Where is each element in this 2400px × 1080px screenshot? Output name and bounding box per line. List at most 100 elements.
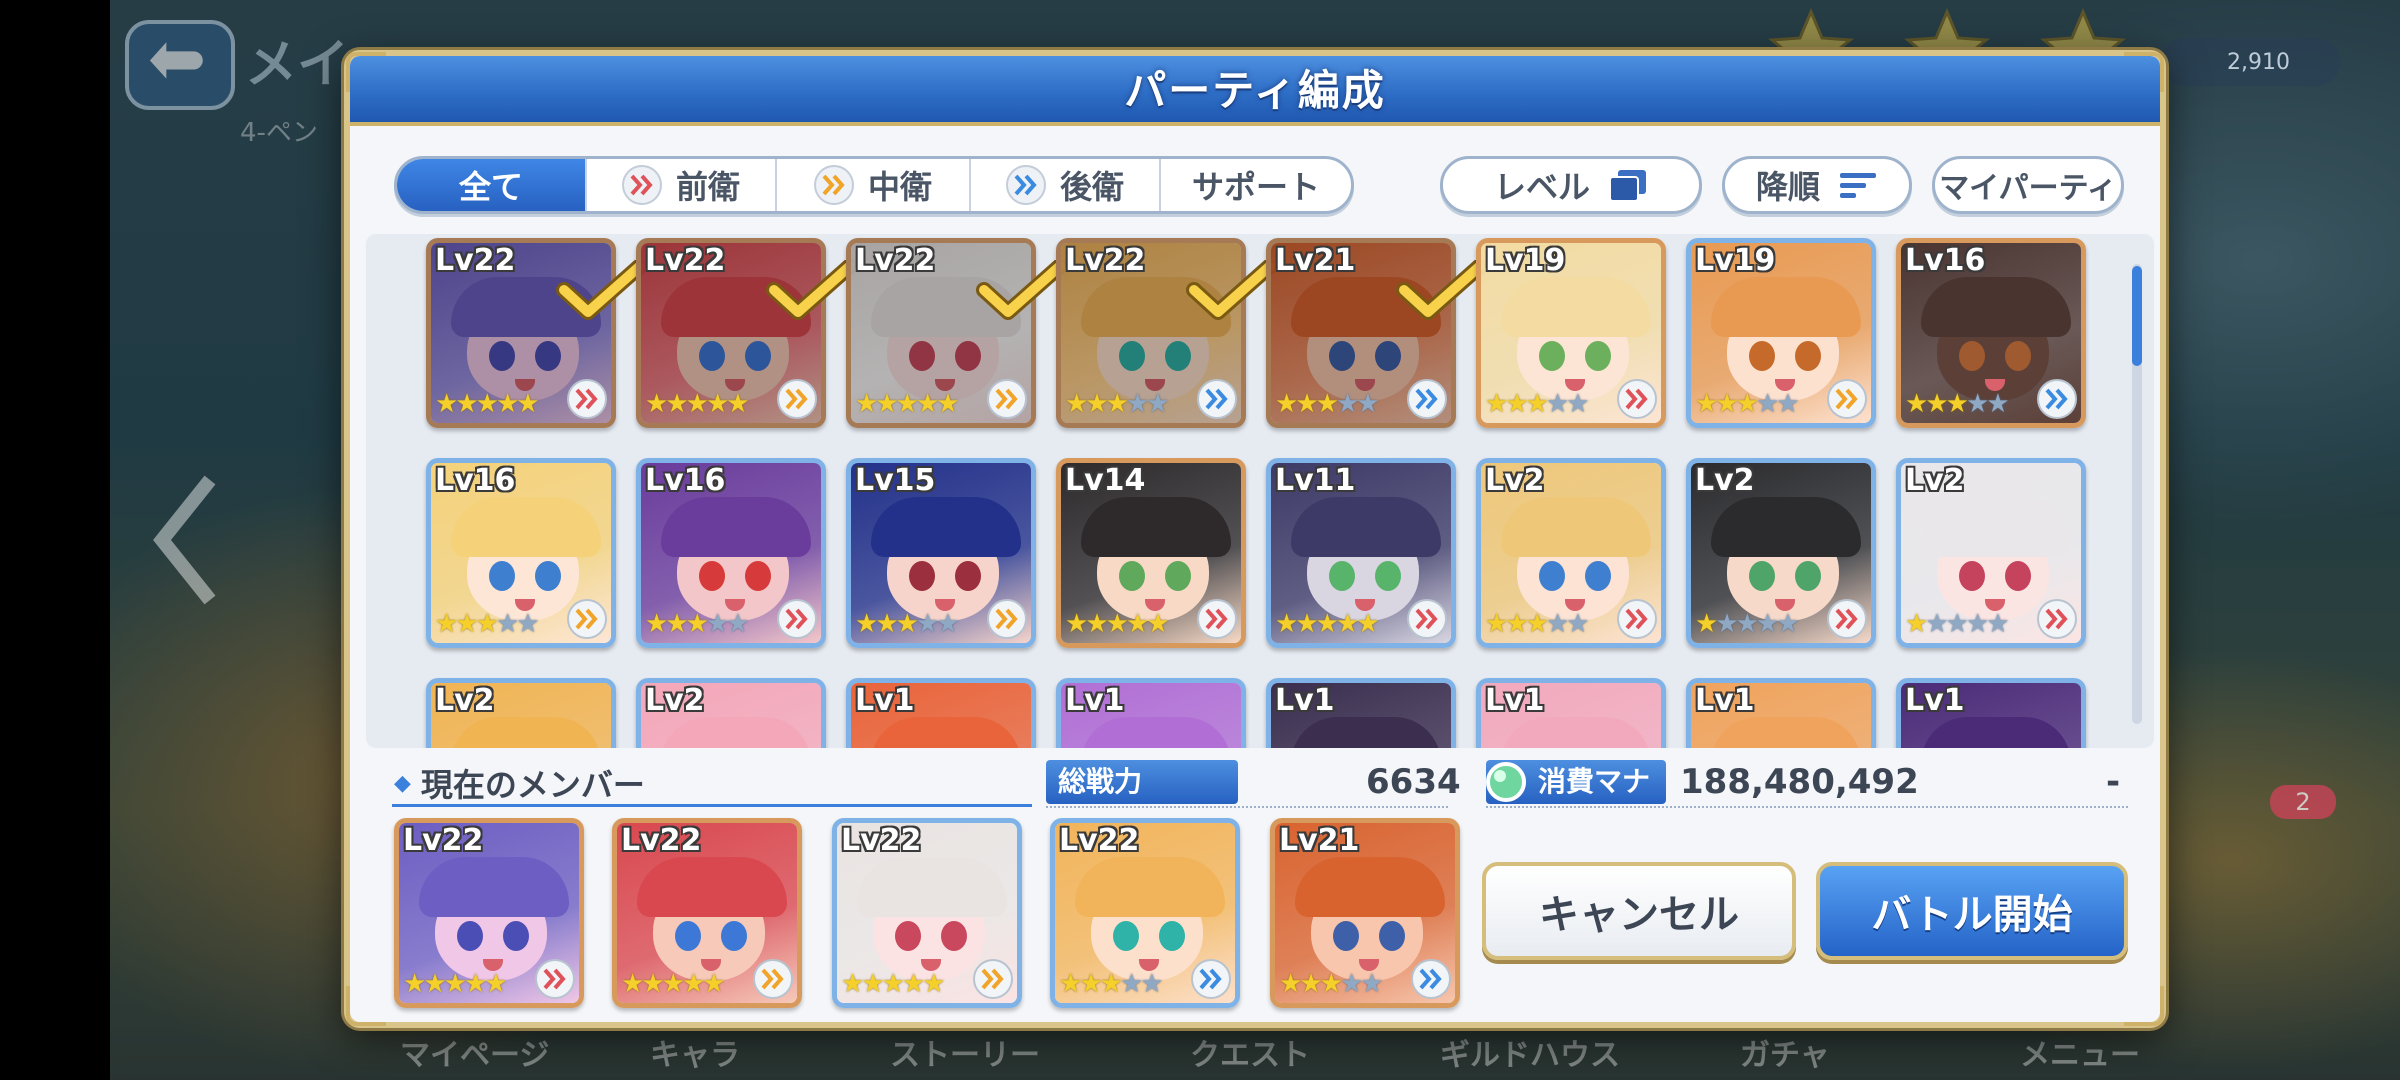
frame-corner — [2124, 986, 2164, 1026]
character-card[interactable]: Lv1 — [1896, 678, 2086, 748]
start-battle-button[interactable]: バトル開始 — [1816, 862, 2128, 960]
sort-key-button[interactable]: レベル — [1440, 156, 1702, 214]
character-card[interactable]: Lv1 — [1686, 678, 1876, 748]
front-position-icon — [621, 165, 662, 205]
diamond-bullet-icon: ◆ — [394, 770, 411, 796]
star-rating: ★★★★★ — [1279, 969, 1384, 999]
character-level: Lv1 — [1485, 683, 1545, 718]
character-card[interactable]: Lv2 — [426, 678, 616, 748]
cancel-button[interactable]: キャンセル — [1482, 862, 1796, 960]
character-card[interactable]: Lv16 ★★★★★ — [426, 458, 616, 648]
character-level: Lv2 — [1905, 463, 1965, 498]
tab-front[interactable]: 前衛 — [587, 159, 777, 211]
character-level: Lv16 — [435, 463, 516, 498]
character-card[interactable]: Lv11 ★★★★★ — [1266, 458, 1456, 648]
tab-rear[interactable]: 後衛 — [971, 159, 1161, 211]
star-rating: ★★★★★ — [1485, 389, 1590, 419]
front-position-icon — [1407, 599, 1447, 639]
tab-all[interactable]: 全て — [397, 159, 587, 211]
character-card[interactable]: Lv16 ★★★★★ — [1896, 238, 2086, 428]
character-level: Lv21 — [1275, 243, 1356, 278]
middle-position-icon — [1827, 379, 1867, 419]
character-card[interactable]: Lv1 — [1266, 678, 1456, 748]
middle-position-icon — [973, 959, 1013, 999]
character-level: Lv22 — [435, 243, 516, 278]
left-letterbox — [0, 0, 110, 1080]
character-level: Lv1 — [855, 683, 915, 718]
middle-position-icon — [567, 599, 607, 639]
front-position-icon — [1197, 599, 1237, 639]
character-level: Lv2 — [645, 683, 705, 718]
character-card[interactable]: Lv21 ★★★★★ — [1270, 818, 1460, 1008]
star-rating: ★★★★★ — [1065, 609, 1170, 639]
bg-nav-story: ストーリー — [890, 1038, 1040, 1073]
rear-position-icon — [1407, 379, 1447, 419]
character-card[interactable]: Lv22 ★★★★★ — [1050, 818, 1240, 1008]
current-members-heading: ◆ 現在のメンバー — [394, 760, 645, 806]
bg-stage-label: 4-ペン — [240, 118, 318, 148]
party-formation-dialog: パーティ編成 全て 前衛 中衛 後衛 サポート レベル 降順 マイパーティ Lv… — [344, 50, 2166, 1028]
selected-check-icon — [976, 260, 1066, 320]
tab-support[interactable]: サポート — [1161, 159, 1351, 211]
character-card[interactable]: Lv14 ★★★★★ — [1056, 458, 1246, 648]
tab-label: 中衛 — [867, 168, 932, 206]
character-level: Lv15 — [855, 463, 936, 498]
front-position-icon — [535, 959, 575, 999]
dialog-title: パーティ編成 — [1124, 66, 1386, 115]
character-card[interactable]: Lv1 — [1056, 678, 1246, 748]
my-party-button[interactable]: マイパーティ — [1932, 156, 2124, 214]
my-party-label: マイパーティ — [1939, 171, 2117, 206]
front-position-icon — [1617, 599, 1657, 639]
character-card[interactable]: Lv1 — [846, 678, 1036, 748]
divider — [1046, 806, 1448, 808]
total-power-value: 6634 — [1366, 762, 1461, 802]
dialog-header: パーティ編成 — [350, 56, 2160, 126]
middle-position-icon — [813, 165, 854, 205]
character-card[interactable]: Lv22 ★★★★★ — [612, 818, 802, 1008]
character-level: Lv22 — [1065, 243, 1146, 278]
tab-label: サポート — [1191, 168, 1320, 206]
character-level: Lv2 — [1485, 463, 1545, 498]
middle-position-icon — [753, 959, 793, 999]
character-level: Lv22 — [645, 243, 726, 278]
mana-value: 188,480,492 — [1680, 762, 1919, 802]
star-rating: ★★★★★ — [1059, 969, 1164, 999]
tab-middle[interactable]: 中衛 — [777, 159, 971, 211]
character-level: Lv22 — [403, 823, 484, 858]
selected-check-icon — [556, 260, 646, 320]
character-card[interactable]: Lv1 — [1476, 678, 1666, 748]
sort-order-label: 降順 — [1755, 168, 1820, 206]
character-card[interactable]: Lv2 ★★★★★ — [1896, 458, 2086, 648]
bg-nav-chara: キャラ — [650, 1038, 740, 1073]
selected-check-icon — [1186, 260, 1276, 320]
middle-position-icon — [777, 379, 817, 419]
middle-position-icon — [987, 379, 1027, 419]
total-power-label: 総戦力 — [1046, 760, 1238, 804]
character-grid[interactable]: Lv22 ★★★★★ Lv22 ★★★★★ Lv22 ★★★★★ Lv22 ★★★★★ … — [366, 234, 2154, 748]
rear-position-icon — [2037, 379, 2077, 419]
bg-nav-guildhouse: ギルドハウス — [1440, 1038, 1620, 1073]
mana-extra: - — [2106, 762, 2121, 802]
grid-scroll-thumb[interactable] — [2132, 266, 2142, 366]
front-position-icon — [1827, 599, 1867, 639]
character-card[interactable]: Lv2 ★★★★★ — [1686, 458, 1876, 648]
character-card[interactable]: Lv22 ★★★★★ — [832, 818, 1022, 1008]
character-card[interactable]: Lv19 ★★★★★ — [1686, 238, 1876, 428]
character-card[interactable]: Lv15 ★★★★★ — [846, 458, 1036, 648]
sort-order-button[interactable]: 降順 — [1722, 156, 1912, 214]
character-card[interactable]: Lv22 ★★★★★ — [394, 818, 584, 1008]
star-rating: ★★★★★ — [1065, 389, 1170, 419]
back-button[interactable] — [125, 20, 235, 110]
star-rating: ★★★★★ — [1905, 609, 2010, 639]
star-rating: ★★★★★ — [855, 609, 960, 639]
star-rating: ★★★★★ — [1275, 609, 1380, 639]
character-card[interactable]: Lv2 — [636, 678, 826, 748]
character-card[interactable]: Lv2 ★★★★★ — [1476, 458, 1666, 648]
character-card[interactable]: Lv16 ★★★★★ — [636, 458, 826, 648]
character-card[interactable]: Lv19 ★★★★★ — [1476, 238, 1666, 428]
rear-position-icon — [1191, 959, 1231, 999]
bg-currency: 2,910 — [2160, 38, 2340, 86]
character-level: Lv1 — [1695, 683, 1755, 718]
star-rating: ★★★★★ — [403, 969, 508, 999]
character-level: Lv1 — [1905, 683, 1965, 718]
